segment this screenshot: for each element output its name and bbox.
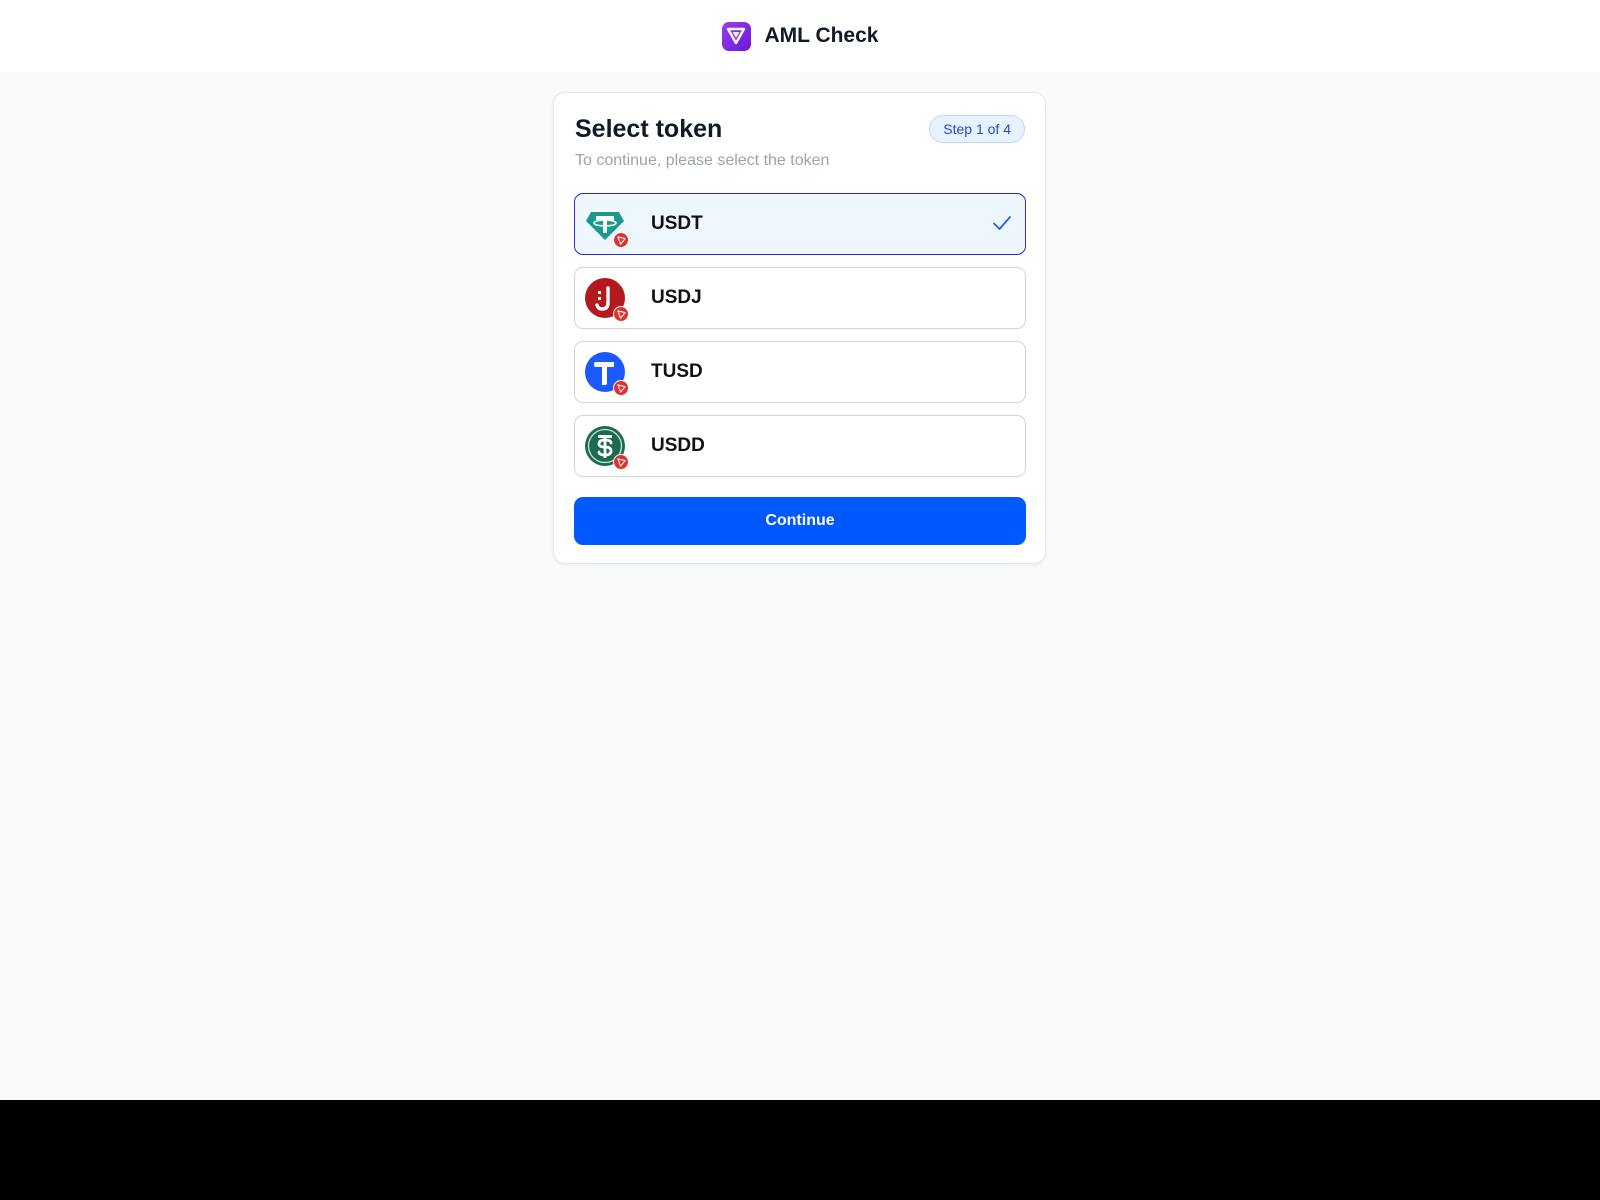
token-label: USDJ [651, 287, 702, 308]
page-title: Select token [575, 115, 723, 143]
token-option-usdd[interactable]: USDD [574, 415, 1026, 477]
token-list: USDT USDJ TUSD USDD [574, 193, 1026, 489]
token-option-usdt[interactable]: USDT [574, 193, 1026, 255]
page-subtitle: To continue, please select the token [575, 152, 830, 169]
token-label: USDT [651, 213, 703, 234]
tron-network-icon [613, 306, 629, 322]
continue-button[interactable]: Continue [574, 497, 1026, 545]
usdj-icon [585, 278, 629, 322]
bottom-black-bar [0, 1100, 1600, 1200]
app-title: AML Check [764, 24, 879, 47]
trueusd-icon [585, 352, 629, 396]
token-label: TUSD [651, 361, 703, 382]
brand[interactable]: AML Check [721, 21, 879, 51]
select-token-card: Select token Step 1 of 4 To continue, pl… [553, 92, 1046, 564]
check-icon [991, 212, 1013, 234]
step-badge: Step 1 of 4 [929, 115, 1025, 143]
aml-logo-icon [721, 21, 751, 51]
tron-network-icon [613, 454, 629, 470]
usdd-icon [585, 426, 629, 470]
tether-icon [585, 204, 629, 248]
token-label: USDD [651, 435, 705, 456]
top-bar: AML Check [0, 0, 1600, 72]
token-option-tusd[interactable]: TUSD [574, 341, 1026, 403]
tron-network-icon [613, 232, 629, 248]
tron-network-icon [613, 380, 629, 396]
token-option-usdj[interactable]: USDJ [574, 267, 1026, 329]
